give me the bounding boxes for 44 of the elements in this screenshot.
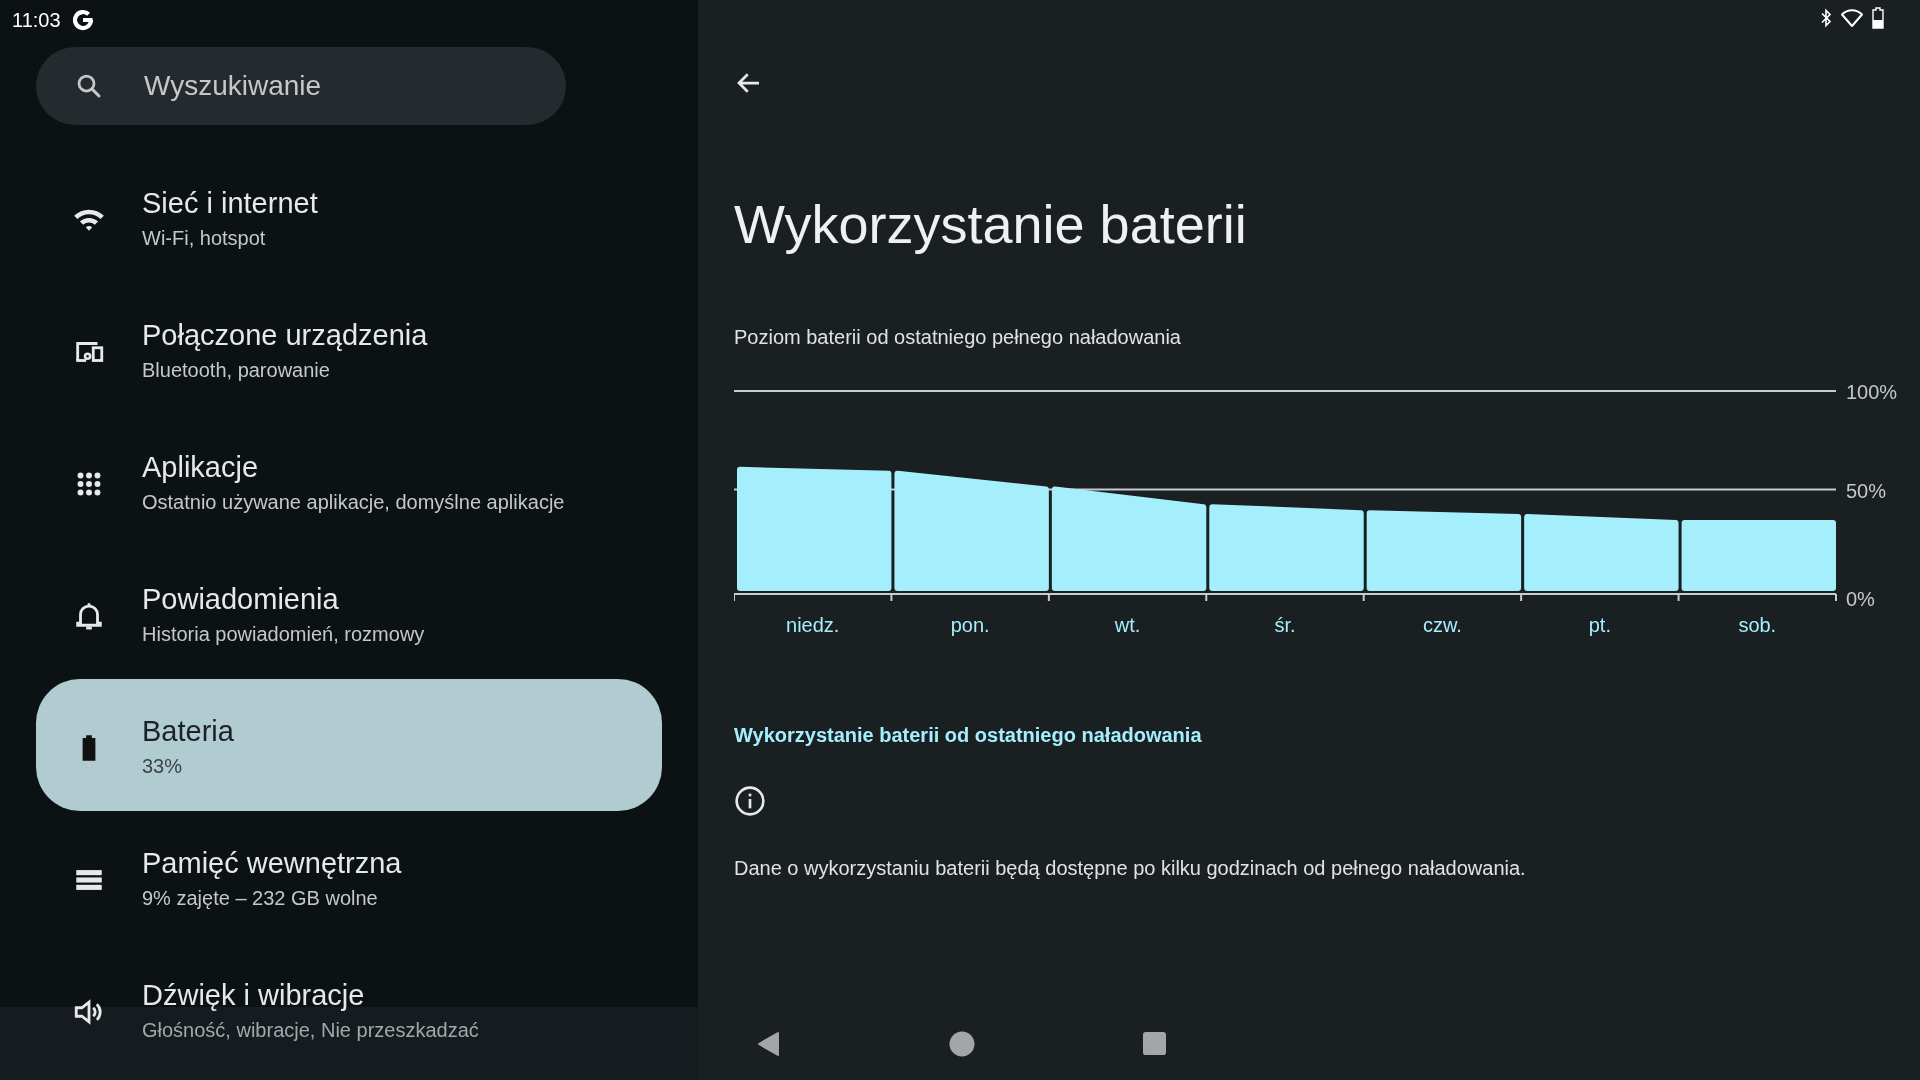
day-label: pt.: [1588, 614, 1611, 636]
day-label: sob.: [1738, 614, 1777, 636]
item-subtitle: Wi-Fi, hotspot: [142, 226, 267, 251]
chart-caption: Poziom baterii od ostatniego pełnego naładowania: [734, 326, 1181, 349]
item-title: Aplikacje: [142, 450, 260, 485]
home-nav-icon[interactable]: [949, 1030, 975, 1057]
axis-label: 100%: [1846, 381, 1898, 403]
axis-label: 0%: [1846, 588, 1875, 610]
item-title: Pamięć wewnętrzna: [142, 846, 402, 881]
sidebar-item[interactable]: Połączone urządzenia Bluetooth, parowanie: [36, 283, 662, 415]
wifi-signal-icon: [1840, 8, 1864, 28]
day-label: wt.: [1114, 614, 1141, 636]
item-title: Bateria: [142, 714, 234, 749]
sidebar-item[interactable]: Aplikacje Ostatnio używane aplikacje, domyślne aplikacje: [36, 415, 662, 547]
clock: 11:03: [12, 8, 61, 32]
day-label: śr.: [1274, 614, 1296, 636]
item-subtitle: Bluetooth, parowanie: [142, 358, 331, 383]
page-title: Wykorzystanie baterii: [734, 193, 1247, 256]
info-icon: [734, 785, 766, 817]
item-title: Powiadomienia: [142, 582, 340, 617]
bluetooth-icon: [1820, 8, 1832, 28]
battery-status-icon: [1872, 7, 1884, 29]
section-title: Wykorzystanie baterii od ostatniego naładowania: [734, 724, 1202, 747]
item-subtitle: Ostatnio używane aplikacje, domyślne aplikacje: [142, 490, 565, 515]
info-text: Dane o wykorzystaniu baterii będą dostępne po kilku godzinach od pełnego naładowania.: [734, 857, 1526, 880]
day-label: niedz.: [786, 614, 840, 636]
item-subtitle: Historia powiadomień, rozmowy: [142, 622, 425, 647]
sidebar-item[interactable]: Pamięć wewnętrzna 9% zajęte – 232 GB wolne: [36, 811, 662, 943]
g-logo-icon: [70, 8, 95, 32]
item-subtitle: 33%: [142, 754, 184, 779]
item-title: Dźwięk i wibracje: [142, 978, 366, 1013]
item-subtitle: 9% zajęte – 232 GB wolne: [142, 886, 379, 911]
item-subtitle: Głośność, wibracje, Nie przeszkadzać: [142, 1018, 479, 1043]
item-title: Połączone urządzenia: [142, 318, 428, 353]
back-nav-icon[interactable]: [757, 1029, 781, 1058]
sidebar-item[interactable]: Dźwięk i wibracje Głośność, wibracje, Nie przeszkadzać: [36, 943, 662, 1075]
sidebar-item[interactable]: Powiadomienia Historia powiadomień, rozmowy: [36, 547, 662, 679]
day-label: pon.: [950, 614, 990, 636]
sidebar-item[interactable]: Bateria 33%: [36, 679, 662, 811]
axis-label: 50%: [1846, 479, 1887, 502]
search-field[interactable]: Wyszukiwanie: [36, 47, 566, 125]
day-label: czw.: [1423, 614, 1462, 636]
item-title: Sieć i internet: [142, 186, 318, 221]
sidebar-item[interactable]: Sieć i internet Wi-Fi, hotspot: [36, 151, 662, 283]
